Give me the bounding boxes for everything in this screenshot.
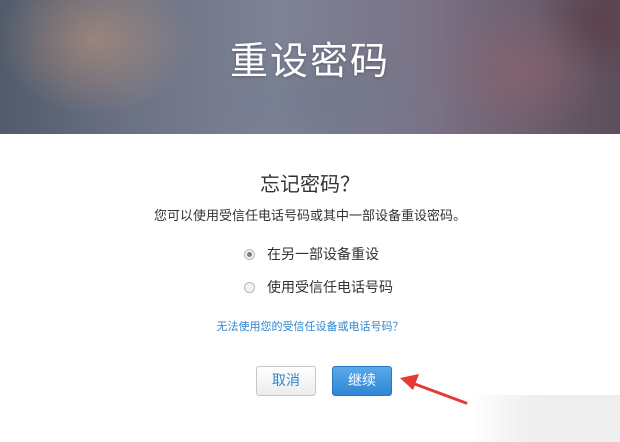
option-use-trusted-phone[interactable]: 使用受信任电话号码 xyxy=(244,277,393,297)
option-reset-on-other-device[interactable]: 在另一部设备重设 xyxy=(244,244,379,264)
radio-checked-icon[interactable] xyxy=(244,248,255,260)
reset-description: 您可以使用受信任电话号码或其中一部设备重设密码。 xyxy=(153,209,466,224)
radio-unchecked-icon[interactable] xyxy=(244,281,255,293)
forgot-password-heading: 忘记密码？ xyxy=(260,172,360,196)
cancel-button[interactable]: 取消 xyxy=(256,366,316,396)
cannot-use-device-link[interactable]: 无法使用您的受信任设备或电话号码？ xyxy=(0,318,620,334)
option-label: 使用受信任电话号码 xyxy=(267,280,393,296)
watermark-blur xyxy=(470,395,620,442)
option-label: 在另一部设备重设 xyxy=(267,247,379,263)
continue-button[interactable]: 继续 xyxy=(332,366,392,396)
header-banner: 重设密码 xyxy=(0,0,620,134)
page-title: 重设密码 xyxy=(229,39,390,83)
